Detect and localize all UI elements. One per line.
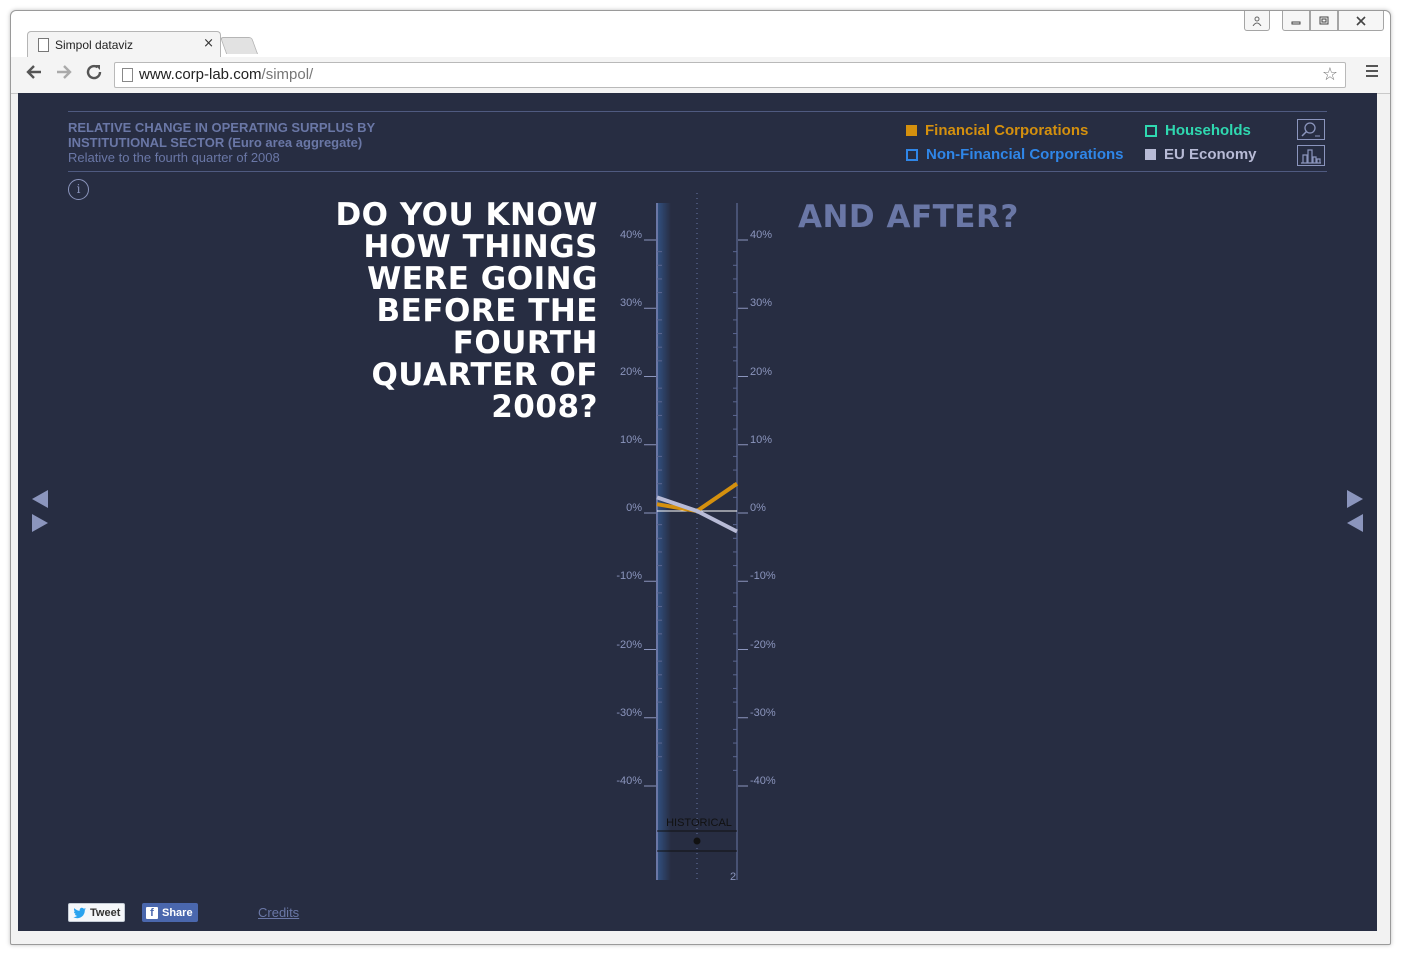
- browser-window: Simpol dataviz × www.corp-lab.com/simpol…: [10, 10, 1391, 945]
- tweet-button[interactable]: Tweet: [68, 903, 125, 922]
- timeline-label: HISTORICAL: [666, 817, 732, 829]
- y-tick-label-left: 30%: [619, 297, 642, 310]
- title-bar: Simpol dataviz ×: [11, 11, 1390, 59]
- page-icon: [122, 68, 133, 82]
- twitter-icon: [73, 907, 86, 918]
- next-arrow-right-icon[interactable]: [1347, 490, 1363, 508]
- y-tick-label-right: 20%: [750, 365, 773, 378]
- tab-title: Simpol dataviz: [55, 38, 134, 52]
- prev-arrow-icon[interactable]: [32, 490, 48, 508]
- share-button[interactable]: f Share: [142, 903, 198, 922]
- y-tick-label-left: -10%: [616, 570, 642, 583]
- browser-toolbar: www.corp-lab.com/simpol/ ☆: [11, 57, 1390, 94]
- y-tick-label-left: -20%: [616, 638, 642, 651]
- y-tick-label-right: -40%: [750, 775, 776, 787]
- window-controls: [1244, 11, 1384, 31]
- prev-arrow-right-icon[interactable]: [1347, 514, 1363, 532]
- tweet-label: Tweet: [90, 906, 121, 919]
- y-tick-label-right: -30%: [750, 706, 776, 719]
- facebook-icon: f: [146, 906, 158, 919]
- address-bar[interactable]: www.corp-lab.com/simpol/ ☆: [114, 62, 1346, 88]
- new-tab-button[interactable]: [219, 37, 259, 54]
- y-tick-label-left: 10%: [619, 433, 642, 446]
- bookmark-star-icon[interactable]: ☆: [1322, 64, 1338, 85]
- axis-glow: [657, 203, 671, 880]
- url-host: www.corp-lab.com: [139, 66, 262, 83]
- page-viewport: RELATIVE CHANGE IN OPERATING SURPLUS BY …: [18, 93, 1377, 931]
- url-path: /simpol/: [261, 66, 314, 83]
- close-window-button[interactable]: [1338, 11, 1384, 31]
- y-tick-label-left: -30%: [616, 706, 642, 719]
- user-icon[interactable]: [1244, 11, 1270, 31]
- url-text: www.corp-lab.com/simpol/: [139, 66, 313, 83]
- y-tick-label-left: 20%: [619, 365, 642, 378]
- chart: HISTORICAL 2: [644, 193, 748, 883]
- y-tick-label-left: 0%: [626, 502, 642, 514]
- y-tick-label-right: 40%: [750, 229, 773, 241]
- y-tick-label-left: -40%: [616, 775, 642, 787]
- minimize-button[interactable]: [1282, 11, 1310, 31]
- timeline-handle[interactable]: [693, 837, 701, 845]
- forward-icon[interactable]: [55, 63, 73, 86]
- y-tick-label-right: -20%: [750, 638, 776, 651]
- tab-close-icon[interactable]: ×: [203, 36, 214, 51]
- y-tick-label-right: 0%: [750, 502, 766, 514]
- next-arrow-icon[interactable]: [32, 514, 48, 532]
- share-label: Share: [162, 906, 193, 919]
- y-tick-label-right: 30%: [750, 297, 773, 310]
- y-tick-label-left: 40%: [619, 229, 642, 241]
- timeline-year: 2: [730, 871, 736, 883]
- menu-icon[interactable]: [1366, 65, 1378, 80]
- credits-link[interactable]: Credits: [258, 905, 299, 920]
- y-tick-label-right: -10%: [750, 570, 776, 583]
- maximize-button[interactable]: [1310, 11, 1338, 31]
- y-tick-label-right: 10%: [750, 433, 773, 446]
- back-icon[interactable]: [25, 63, 43, 86]
- page-icon: [38, 38, 49, 52]
- tab-simpol[interactable]: Simpol dataviz ×: [27, 31, 221, 59]
- reload-icon[interactable]: [85, 63, 103, 86]
